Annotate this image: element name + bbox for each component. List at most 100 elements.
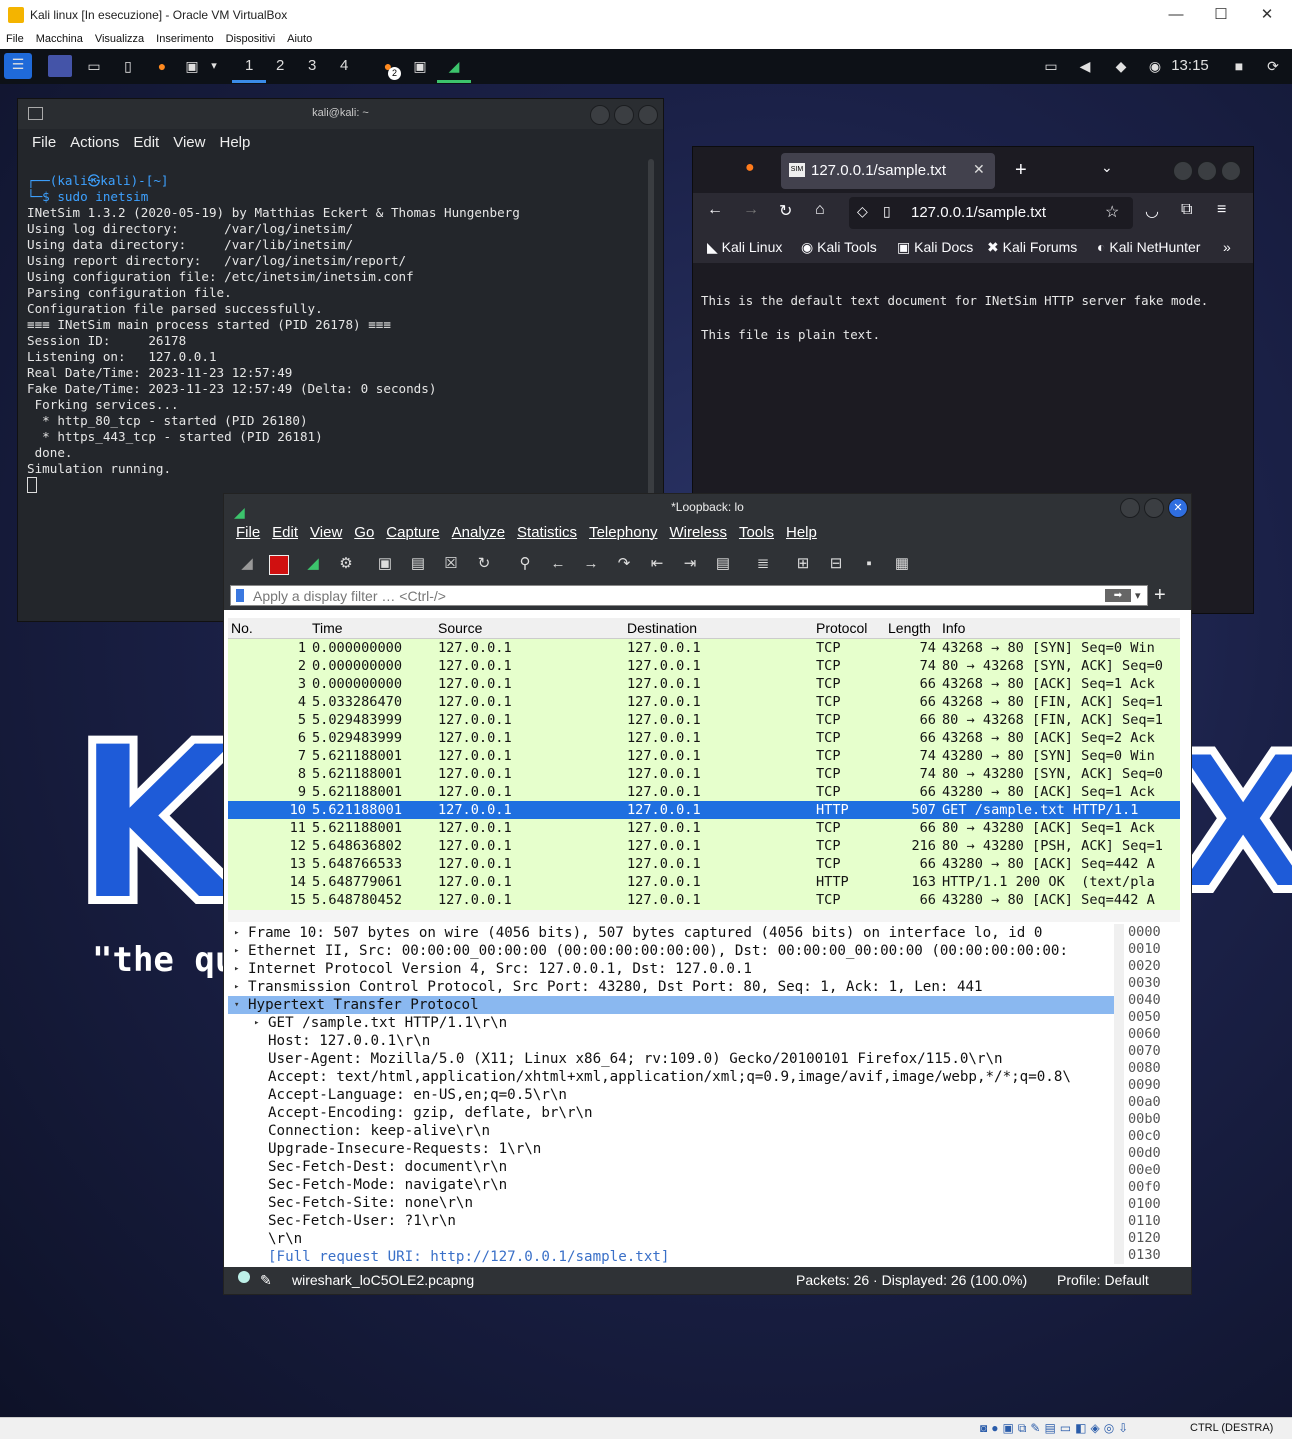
firefox-icon[interactable]: ● xyxy=(150,55,174,77)
packet-row[interactable]: 8 5.621188001 127.0.0.1 127.0.0.1 TCP 74 80 → … xyxy=(228,765,1180,783)
packet-row[interactable]: 5 5.029483999 127.0.0.1 127.0.0.1 TCP 66 80 → … xyxy=(228,711,1180,729)
ws-menu-view[interactable]: View xyxy=(310,524,342,541)
host-menu-help[interactable]: Aiuto xyxy=(281,31,318,47)
first-packet-icon[interactable]: ⇤ xyxy=(646,553,668,575)
col-info[interactable]: Info xyxy=(942,620,965,636)
detail-row[interactable]: Accept: text/html,application/xhtml+xml,… xyxy=(228,1068,1114,1086)
vm-device-icons[interactable]: ◙●▣⧉✎▤▭◧◈◎⇩ xyxy=(980,1421,1132,1436)
add-filter-button-icon[interactable]: + xyxy=(1154,584,1166,607)
go-forward-icon[interactable]: → xyxy=(580,553,602,575)
host-menu-machine[interactable]: Macchina xyxy=(30,31,89,47)
packet-row[interactable]: 12 5.648636802 127.0.0.1 127.0.0.1 TCP 216 80 … xyxy=(228,837,1180,855)
autoscroll-icon[interactable]: ▤ xyxy=(712,553,734,575)
new-tab-icon[interactable]: + xyxy=(1015,159,1027,182)
host-menu-view[interactable]: Visualizza xyxy=(89,31,150,47)
go-to-packet-icon[interactable]: ↷ xyxy=(613,553,635,575)
details-scrollbar[interactable] xyxy=(1114,924,1124,1264)
hamburger-menu-icon[interactable]: ≡ xyxy=(1217,201,1226,219)
restart-capture-icon[interactable]: ◢ xyxy=(302,553,324,575)
packet-row[interactable]: 7 5.621188001 127.0.0.1 127.0.0.1 TCP 74 43280… xyxy=(228,747,1180,765)
close-button[interactable]: ✕ xyxy=(1249,4,1285,26)
detail-row[interactable]: Sec-Fetch-Dest: document\r\n xyxy=(228,1158,1114,1176)
apply-filter-icon[interactable]: ➡ xyxy=(1105,589,1131,602)
detail-row[interactable]: Accept-Language: en-US,en;q=0.5\r\n xyxy=(228,1086,1114,1104)
packet-row[interactable]: 15 5.648780452 127.0.0.1 127.0.0.1 TCP 66 4328… xyxy=(228,891,1180,909)
packet-list[interactable]: No. Time Source Destination Protocol Len… xyxy=(228,618,1180,910)
text-editor-icon[interactable]: ▯ xyxy=(116,55,140,77)
col-source[interactable]: Source xyxy=(438,620,482,636)
col-no[interactable]: No. xyxy=(231,620,253,636)
firefox-close-button[interactable] xyxy=(1221,161,1241,181)
detail-row[interactable]: Sec-Fetch-User: ?1\r\n xyxy=(228,1212,1114,1230)
close-file-icon[interactable]: ☒ xyxy=(440,553,462,575)
workspace-4[interactable]: 4 xyxy=(340,57,348,74)
bookmark-star-icon[interactable]: ☆ xyxy=(1105,202,1119,222)
wireshark-close-button[interactable]: ✕ xyxy=(1168,498,1188,518)
workspace-3[interactable]: 3 xyxy=(308,57,316,74)
packet-row[interactable]: 2 0.000000000 127.0.0.1 127.0.0.1 TCP 74 80 → … xyxy=(228,657,1180,675)
packet-details-pane[interactable]: ▸ Frame 10: 507 bytes on wire (4056 bits)… xyxy=(228,924,1114,1264)
packet-list-hscroll[interactable] xyxy=(228,910,1180,922)
logout-icon[interactable]: ⟳ xyxy=(1262,55,1284,77)
bookmark-kali-docs[interactable]: ▣ Kali Docs xyxy=(897,239,973,256)
ws-menu-analyze[interactable]: Analyze xyxy=(452,524,505,541)
col-protocol[interactable]: Protocol xyxy=(816,620,867,636)
packet-row[interactable]: 13 5.648766533 127.0.0.1 127.0.0.1 TCP 66 4328… xyxy=(228,855,1180,873)
kali-menu-icon[interactable]: ☰ xyxy=(4,53,32,79)
collapsed-arrow-icon[interactable]: ▸ xyxy=(234,978,239,996)
terminal-minimize-button[interactable] xyxy=(590,105,610,125)
chevron-down-icon[interactable]: ▾ xyxy=(206,55,222,77)
bell-icon[interactable]: ◆ xyxy=(1110,55,1132,77)
url-bar[interactable]: ◇ ▯ 127.0.0.1/sample.txt ☆ xyxy=(849,197,1133,229)
open-file-icon[interactable]: ▣ xyxy=(374,553,396,575)
detail-row[interactable]: Accept-Encoding: gzip, deflate, br\r\n xyxy=(228,1104,1114,1122)
detail-row[interactable]: ▸ GET /sample.txt HTTP/1.1\r\n xyxy=(228,1014,1114,1032)
detail-row[interactable]: Host: 127.0.0.1\r\n xyxy=(228,1032,1114,1050)
firefox-maximize-button[interactable] xyxy=(1197,161,1217,181)
packet-row[interactable]: 1 0.000000000 127.0.0.1 127.0.0.1 TCP 74 43268… xyxy=(228,639,1180,657)
detail-row[interactable]: User-Agent: Mozilla/5.0 (X11; Linux x86_… xyxy=(228,1050,1114,1068)
packet-row[interactable]: 4 5.033286470 127.0.0.1 127.0.0.1 TCP 66 43268… xyxy=(228,693,1180,711)
bookmark-kali-linux[interactable]: ◣ Kali Linux xyxy=(707,239,782,256)
terminal-close-button[interactable] xyxy=(638,105,658,125)
tab-list-chevron-icon[interactable]: ⌄ xyxy=(1101,159,1113,176)
workspace-2[interactable]: 2 xyxy=(276,57,284,74)
detail-row[interactable]: ▾ Hypertext Transfer Protocol xyxy=(228,996,1114,1014)
terminal-menu-file[interactable]: File xyxy=(32,134,56,151)
zoom-out-icon[interactable]: ⊟ xyxy=(825,553,847,575)
wireshark-maximize-button[interactable] xyxy=(1144,498,1164,518)
go-back-icon[interactable]: ← xyxy=(547,553,569,575)
tab-close-icon[interactable]: ✕ xyxy=(973,161,985,178)
minimize-button[interactable]: — xyxy=(1158,4,1194,26)
packet-row[interactable]: 11 5.621188001 127.0.0.1 127.0.0.1 TCP 66 80 →… xyxy=(228,819,1180,837)
reload-file-icon[interactable]: ↻ xyxy=(473,553,495,575)
find-packet-icon[interactable]: ⚲ xyxy=(514,553,536,575)
wireshark-titlebar[interactable]: ◢ *Loopback: lo ✕ xyxy=(224,494,1191,520)
host-menu-input[interactable]: Inserimento xyxy=(150,31,219,47)
bookmark-kali-nethunter[interactable]: ◐ Kali NetHunter xyxy=(1097,239,1200,255)
packet-row[interactable]: 3 0.000000000 127.0.0.1 127.0.0.1 TCP 66 43268… xyxy=(228,675,1180,693)
firefox-tab[interactable]: SIM 127.0.0.1/sample.txt ✕ xyxy=(781,153,995,189)
more-bookmarks-icon[interactable]: » xyxy=(1223,239,1231,255)
bookmark-kali-forums[interactable]: ✖ Kali Forums xyxy=(987,239,1077,256)
capture-comment-icon[interactable]: ✎ xyxy=(260,1272,272,1289)
lock-icon[interactable]: ■ xyxy=(1228,55,1250,77)
terminal-icon[interactable]: ▣ xyxy=(180,55,204,77)
ws-menu-telephony[interactable]: Telephony xyxy=(589,524,657,541)
maximize-button[interactable]: ☐ xyxy=(1203,4,1239,26)
workspace-1[interactable]: 1 xyxy=(245,57,253,74)
save-file-icon[interactable]: ▤ xyxy=(407,553,429,575)
back-icon[interactable]: ← xyxy=(707,201,723,219)
detail-row[interactable]: ▸ Frame 10: 507 bytes on wire (4056 bits)… xyxy=(228,924,1114,942)
display-icon[interactable]: ▭ xyxy=(1040,55,1062,77)
ws-menu-file[interactable]: File xyxy=(236,524,260,541)
terminal-menu-edit[interactable]: Edit xyxy=(133,134,159,151)
bookmark-kali-tools[interactable]: ◉ Kali Tools xyxy=(801,239,877,256)
detail-row[interactable]: ▸ Internet Protocol Version 4, Src: 127.0… xyxy=(228,960,1114,978)
extensions-icon[interactable]: ⧉ xyxy=(1181,201,1192,219)
filter-dropdown-icon[interactable]: ▾ xyxy=(1135,586,1141,607)
detail-row[interactable]: ▸ Transmission Control Protocol, Src Port… xyxy=(228,978,1114,996)
packet-row[interactable]: 14 5.648779061 127.0.0.1 127.0.0.1 HTTP 163 HT… xyxy=(228,873,1180,891)
display-filter-input[interactable]: Apply a display filter … <Ctrl-/> ➡ ▾ xyxy=(230,585,1148,606)
wireshark-window[interactable]: ◢ *Loopback: lo ✕ File Edit View Go Capture A… xyxy=(223,493,1192,1295)
